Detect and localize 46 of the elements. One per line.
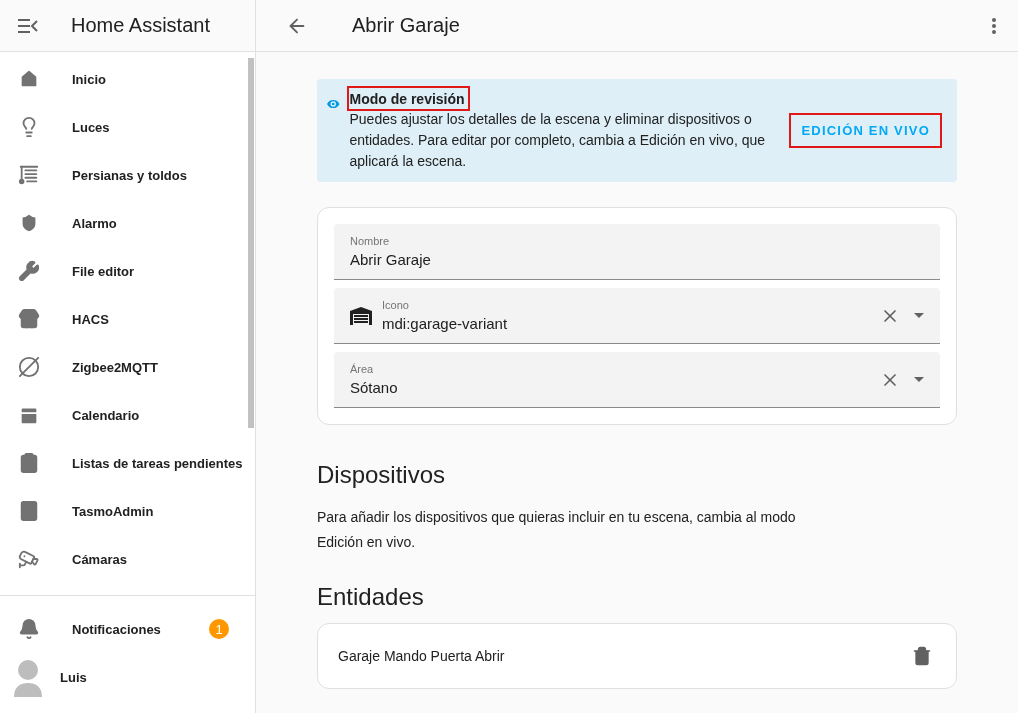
sidebar-item[interactable]: Luces bbox=[0, 103, 247, 151]
entity-name: Garaje Mando Puerta Abrir bbox=[338, 648, 506, 664]
notifications-item[interactable]: Notificaciones 1 bbox=[0, 605, 255, 653]
sidebar-item[interactable]: Cámaras bbox=[0, 535, 247, 583]
select-field[interactable]: Icono mdi:garage-variant bbox=[334, 288, 940, 344]
select-field[interactable]: Área Sótano bbox=[334, 352, 940, 408]
sidebar-item[interactable]: Inicio bbox=[0, 55, 247, 103]
field-label: Área bbox=[350, 363, 375, 375]
section-heading: Entidades bbox=[317, 583, 425, 611]
app-title: Home Assistant bbox=[71, 14, 210, 37]
field-value: mdi:garage-variant bbox=[382, 315, 509, 332]
blinds-icon bbox=[18, 164, 40, 186]
page-title: Abrir Garaje bbox=[352, 14, 461, 37]
sidebar-item[interactable]: HACS bbox=[0, 295, 247, 343]
section-heading: Dispositivos bbox=[317, 461, 447, 489]
field-label: Nombre bbox=[350, 235, 391, 247]
bell-icon bbox=[18, 618, 40, 640]
field-value: Sótano bbox=[350, 379, 399, 396]
sidebar-item[interactable]: File editor bbox=[0, 247, 247, 295]
camera-icon bbox=[18, 548, 40, 570]
sidebar-item[interactable]: Calendario bbox=[0, 391, 247, 439]
sidebar-item[interactable]: TasmoAdmin bbox=[0, 487, 247, 535]
sidebar-item[interactable]: Zigbee2MQTT bbox=[0, 343, 247, 391]
garage-icon bbox=[350, 306, 372, 325]
house-icon bbox=[18, 68, 40, 90]
circle-icon bbox=[18, 356, 40, 378]
section-text: Para añadir los dispositivos que quieras incluir en tu escena, cambia al modo Edición en vivo. bbox=[317, 508, 797, 552]
field-value: Abrir Garaje bbox=[350, 251, 432, 268]
sidebar-item[interactable]: Listas de tareas pendientes bbox=[0, 439, 247, 487]
banner-title: Modo de revisión bbox=[348, 90, 466, 109]
banner-text: Puedes ajustar los detalles de la escena y eliminar dispositivos o entidades. Para editar por completo, cambia a Edición en vivo, que aplicará la escena. bbox=[349, 110, 767, 171]
caret-icon[interactable] bbox=[914, 313, 924, 318]
sidebar-item[interactable]: Persianas y toldos bbox=[0, 151, 247, 199]
scrollbar[interactable] bbox=[248, 58, 254, 428]
trash-icon[interactable] bbox=[912, 646, 932, 666]
wrench-icon bbox=[18, 260, 40, 282]
avatar-icon bbox=[12, 657, 44, 697]
text-field[interactable]: Nombre Abrir Garaje bbox=[334, 224, 940, 280]
notification-count: 1 bbox=[209, 619, 229, 639]
caret-icon[interactable] bbox=[914, 377, 924, 382]
entity-row[interactable]: Garaje Mando Puerta Abrir bbox=[317, 623, 957, 689]
menu-icon bbox=[18, 18, 38, 33]
field-label: Icono bbox=[382, 299, 410, 311]
more-icon bbox=[992, 17, 996, 34]
sidebar-item[interactable]: Alarmo bbox=[0, 199, 247, 247]
user-item[interactable]: Luis bbox=[0, 653, 255, 701]
